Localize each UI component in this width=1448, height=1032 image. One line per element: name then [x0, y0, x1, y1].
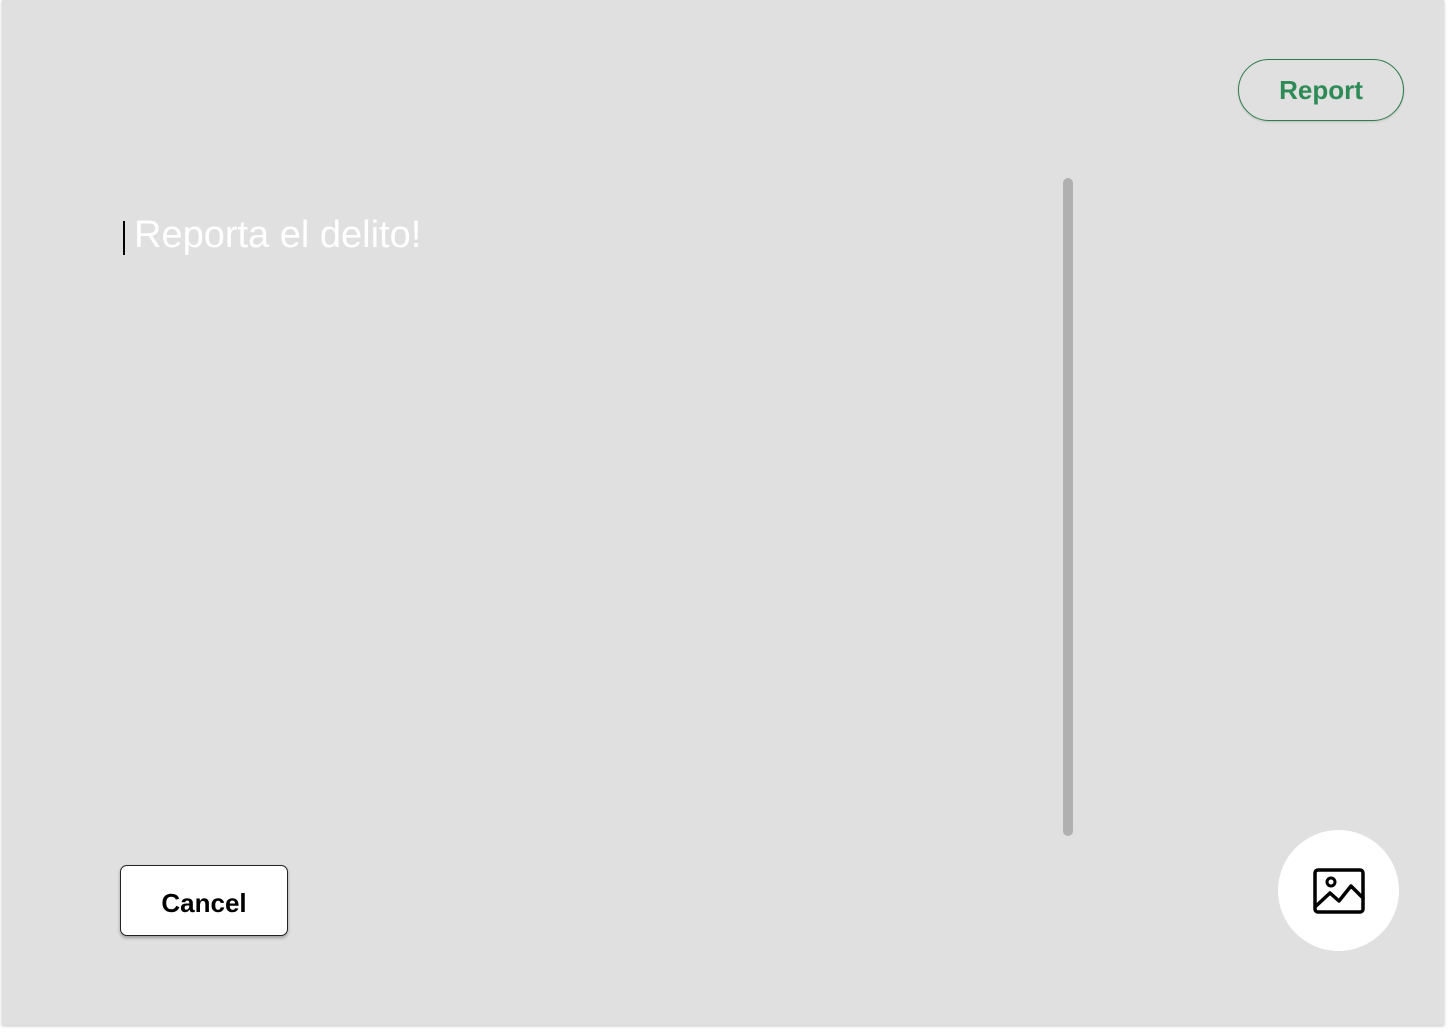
- text-caret: [123, 221, 125, 255]
- report-text-placeholder: Reporta el delito!: [134, 214, 422, 256]
- report-button[interactable]: Report: [1238, 59, 1404, 121]
- add-image-button[interactable]: [1278, 830, 1399, 951]
- image-icon: [1312, 867, 1365, 914]
- report-text-input[interactable]: Reporta el delito!: [120, 200, 1040, 820]
- report-screen: Report Reporta el delito! Cancel: [2, 0, 1444, 1025]
- cancel-button[interactable]: Cancel: [120, 865, 288, 936]
- editor-scrollbar[interactable]: [1063, 178, 1073, 836]
